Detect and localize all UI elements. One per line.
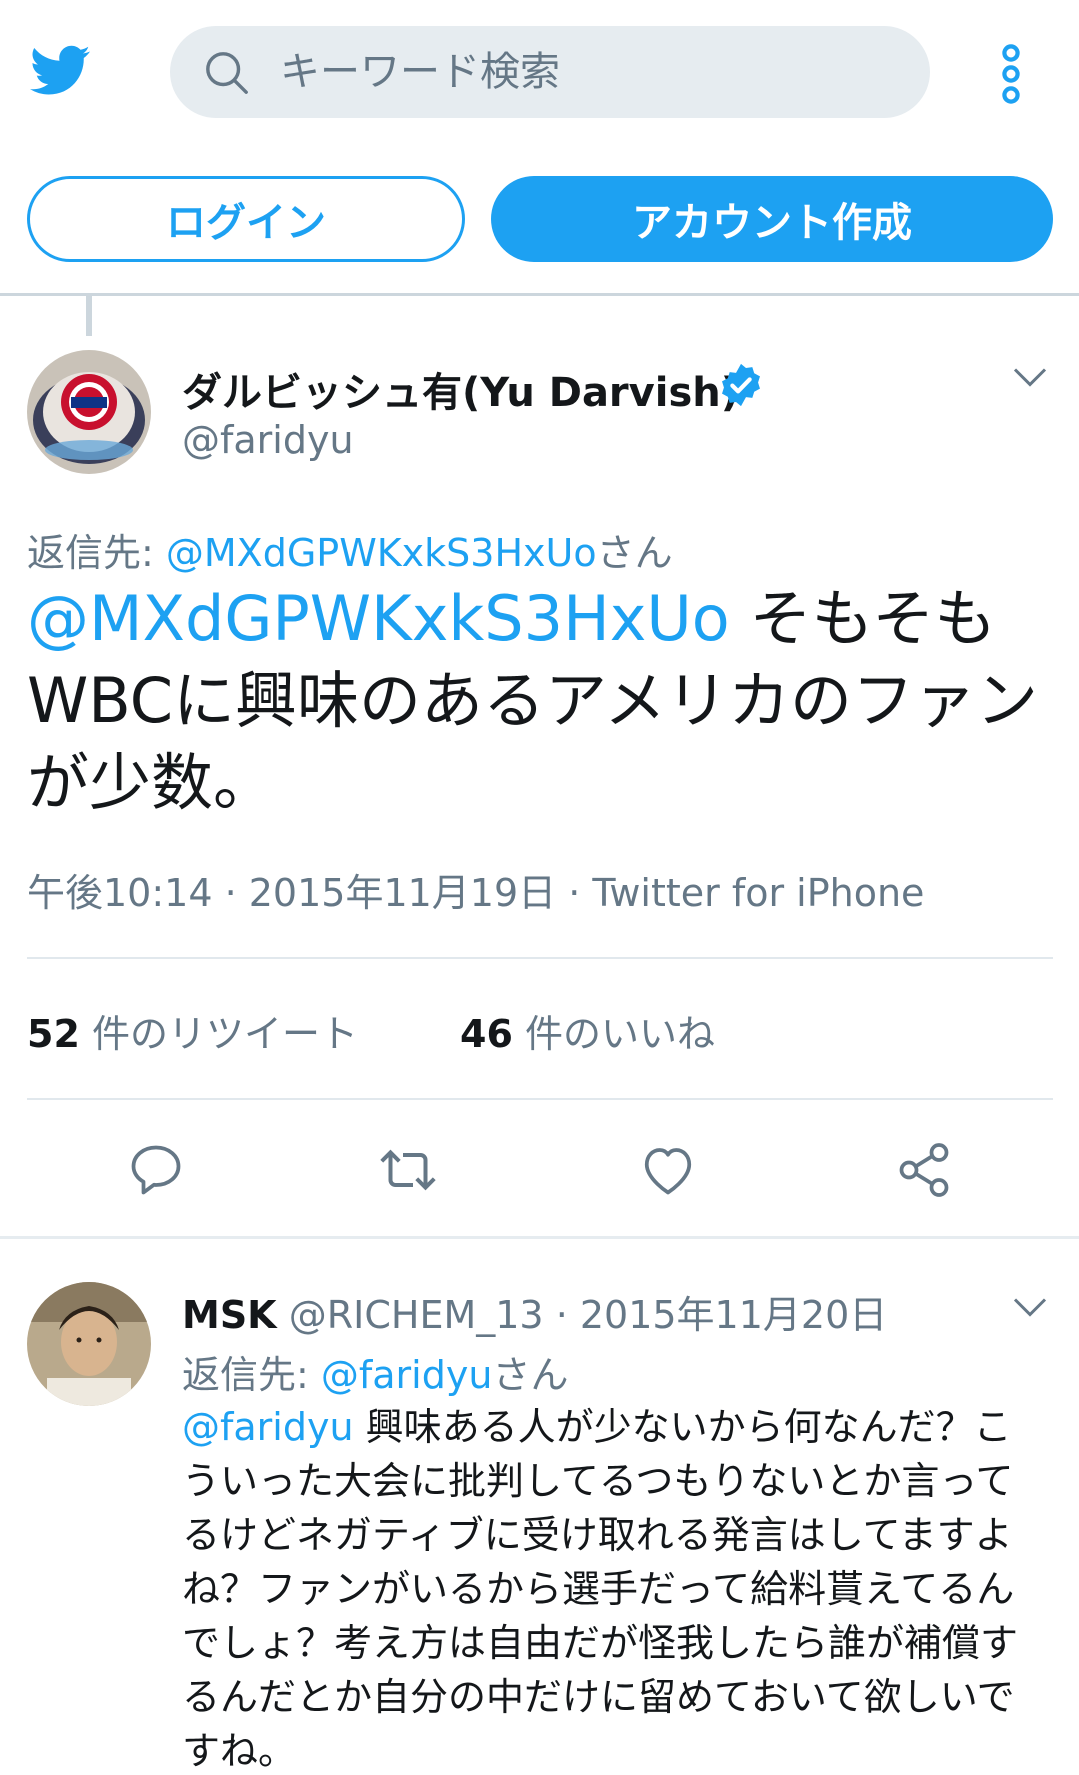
reply-to-line: 返信先: @MXdGPWKxkS3HxUoさん (27, 522, 673, 577)
like-count: 46 (460, 1012, 513, 1056)
reply-to-link[interactable]: @MXdGPWKxkS3HxUo (166, 531, 597, 575)
reply-date[interactable]: · 2015年11月20日 (544, 1293, 888, 1337)
reply-reply-to-suffix: さん (492, 1353, 569, 1397)
more-vertical-icon[interactable] (996, 44, 1026, 104)
reply-icon[interactable] (126, 1140, 186, 1200)
reply-mention-link[interactable]: @faridyu (182, 1405, 354, 1449)
like-icon[interactable] (638, 1140, 698, 1200)
search-icon (206, 52, 248, 94)
header-divider (0, 293, 1079, 296)
reply-to-prefix: 返信先: (27, 531, 166, 575)
chevron-down-icon[interactable] (1012, 362, 1048, 392)
retweet-label: 件のリツイート (79, 1012, 358, 1056)
reply-avatar-image (27, 1282, 151, 1406)
reply-reply-to-line: 返信先: @faridyuさん (182, 1344, 568, 1399)
reply-header: MSK @RICHEM_13 · 2015年11月20日 (182, 1284, 887, 1339)
reply-author-handle[interactable]: @RICHEM_13 (289, 1293, 544, 1337)
search-bar[interactable] (170, 26, 930, 118)
tweet-text: @MXdGPWKxkS3HxUo そもそもWBCに興味のあるアメリカのファンが少… (27, 578, 1057, 824)
reply-author-name[interactable]: MSK (182, 1293, 277, 1337)
avatar-image (27, 350, 151, 474)
login-button[interactable]: ログイン (27, 176, 465, 262)
section-divider (0, 1236, 1079, 1239)
top-bar (0, 0, 1079, 130)
tweet-timestamp[interactable]: 午後10:14 · 2015年11月19日 · Twitter for iPho… (27, 862, 924, 917)
like-label: 件のいいね (512, 1012, 715, 1056)
reply-text: @faridyu 興味ある人が少ないから何なんだ？こういった大会に批判してるつも… (182, 1400, 1042, 1775)
retweet-stat[interactable]: 52 件のリツイート (27, 1003, 358, 1058)
reply-body: 興味ある人が少ないから何なんだ？こういった大会に批判してるつもりないとか言ってる… (182, 1405, 1019, 1773)
reply-to-suffix: さん (596, 531, 673, 575)
chevron-down-icon[interactable] (1012, 1292, 1048, 1322)
reply-reply-to-prefix: 返信先: (182, 1353, 321, 1397)
verified-badge-icon (722, 363, 760, 407)
twitter-bird-icon[interactable] (26, 40, 96, 100)
reply-avatar[interactable] (27, 1282, 151, 1406)
retweet-count: 52 (27, 1012, 80, 1056)
thread-connector (86, 296, 92, 336)
tweet-mention-link[interactable]: @MXdGPWKxkS3HxUo (27, 582, 730, 655)
divider (27, 1098, 1053, 1100)
author-handle[interactable]: @faridyu (182, 418, 354, 462)
author-name[interactable]: ダルビッシュ有(Yu Darvish) (182, 360, 739, 418)
reply-reply-to-link[interactable]: @faridyu (321, 1353, 493, 1397)
retweet-icon[interactable] (378, 1140, 438, 1200)
search-input[interactable] (280, 40, 900, 104)
avatar[interactable] (27, 350, 151, 474)
divider (27, 957, 1053, 959)
like-stat[interactable]: 46 件のいいね (460, 1003, 715, 1058)
signup-button[interactable]: アカウント作成 (491, 176, 1053, 262)
share-icon[interactable] (894, 1140, 954, 1200)
